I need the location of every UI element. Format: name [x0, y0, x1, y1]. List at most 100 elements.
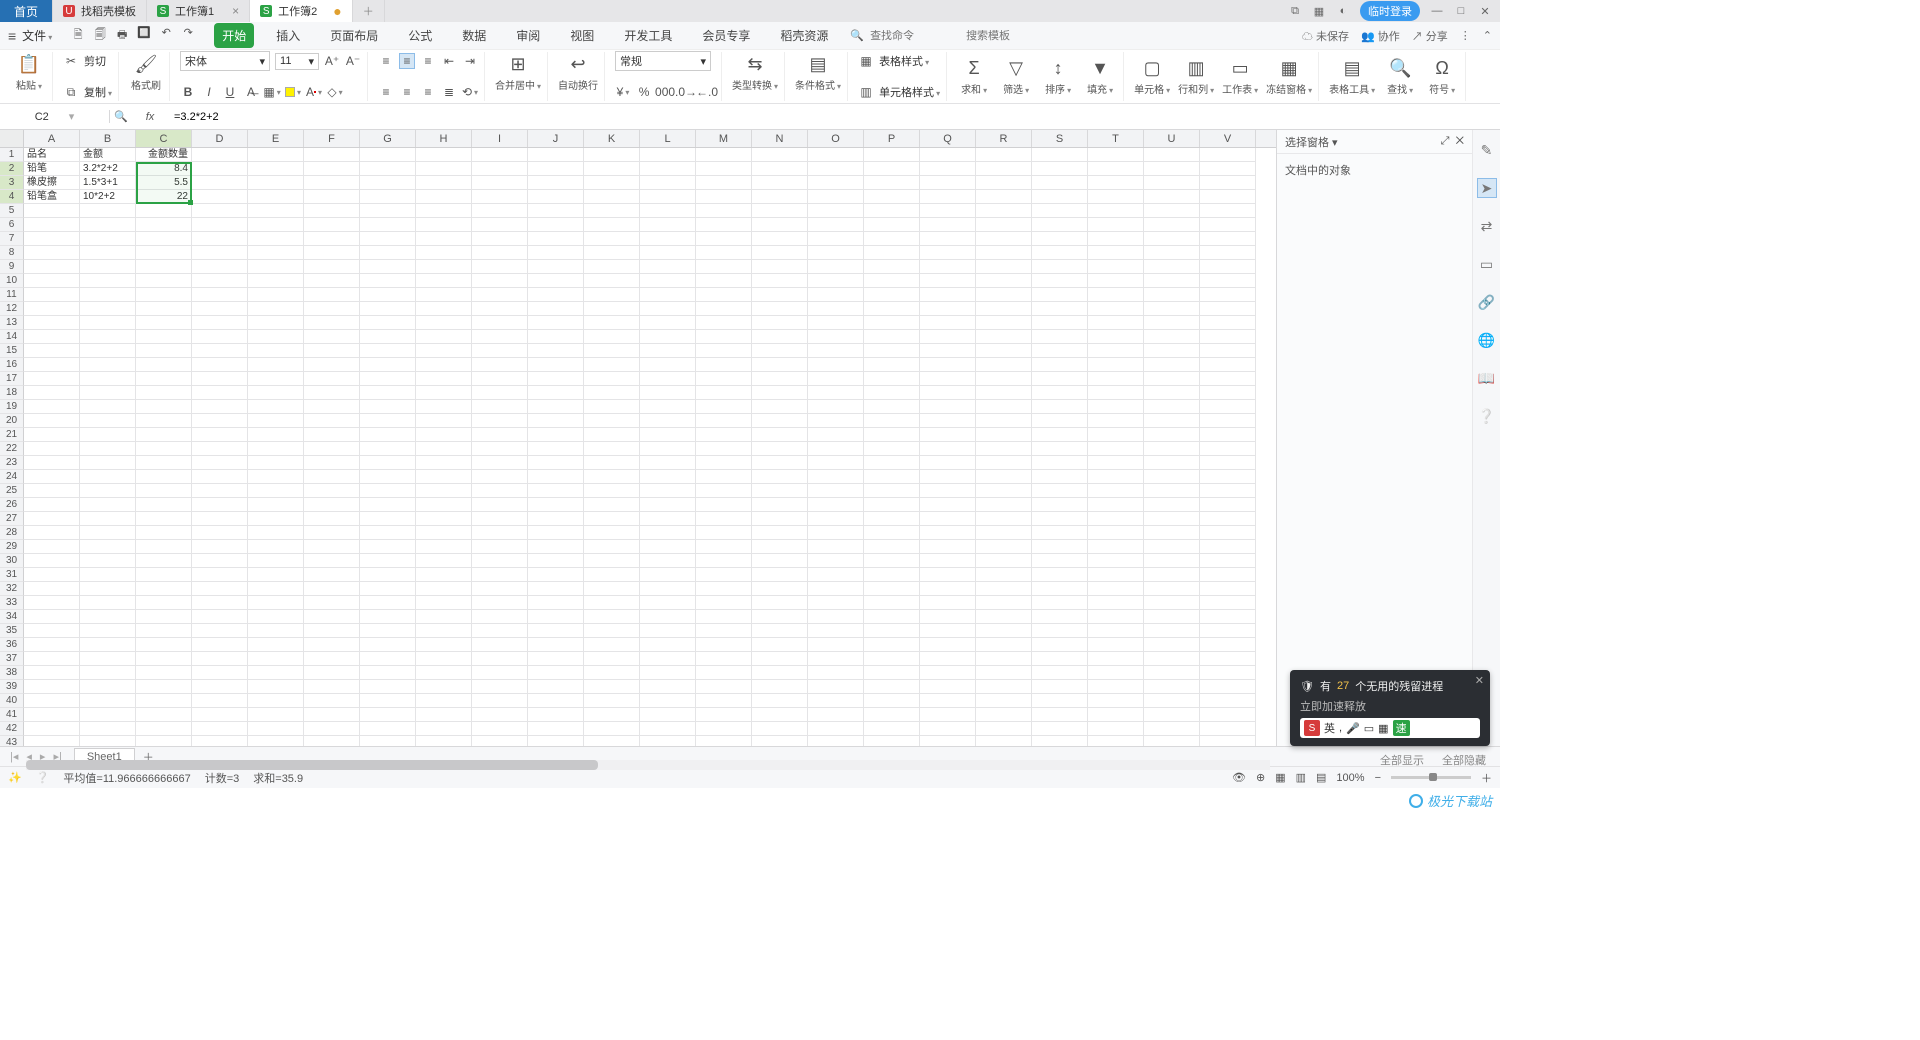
cell[interactable] [416, 190, 472, 204]
cell[interactable] [304, 218, 360, 232]
doc-tab-template[interactable]: U 找稻壳模板 [53, 0, 147, 22]
cell[interactable] [1032, 288, 1088, 302]
cell[interactable] [1088, 470, 1144, 484]
cell[interactable] [192, 680, 248, 694]
cell[interactable] [976, 554, 1032, 568]
cell[interactable] [976, 736, 1032, 746]
row-header[interactable]: 16 [0, 358, 24, 372]
cell[interactable] [360, 428, 416, 442]
cell[interactable] [1032, 666, 1088, 680]
cell[interactable] [584, 582, 640, 596]
cell[interactable] [696, 484, 752, 498]
cell[interactable] [80, 344, 136, 358]
cell[interactable] [248, 442, 304, 456]
cell[interactable] [248, 470, 304, 484]
cell[interactable] [640, 176, 696, 190]
cell[interactable] [416, 162, 472, 176]
cell[interactable] [472, 624, 528, 638]
cell[interactable] [1088, 330, 1144, 344]
cell[interactable] [640, 358, 696, 372]
cell[interactable] [1200, 344, 1256, 358]
orientation-icon[interactable]: ⟲ [462, 84, 478, 100]
cell[interactable] [24, 694, 80, 708]
tab-docer[interactable]: 稻壳资源 [772, 23, 836, 48]
cell[interactable] [528, 596, 584, 610]
cell[interactable] [584, 428, 640, 442]
cell[interactable] [248, 344, 304, 358]
col-header[interactable]: K [584, 130, 640, 147]
cell[interactable] [864, 260, 920, 274]
row-header[interactable]: 22 [0, 442, 24, 456]
cell[interactable] [360, 554, 416, 568]
cell[interactable] [864, 344, 920, 358]
cell[interactable] [808, 568, 864, 582]
fmtpainter-button[interactable]: 🖌格式刷 [129, 54, 163, 92]
cell[interactable] [528, 680, 584, 694]
cell[interactable] [920, 470, 976, 484]
number-format-select[interactable]: 常规▾ [615, 51, 711, 71]
cell[interactable] [1144, 470, 1200, 484]
cell[interactable] [416, 274, 472, 288]
cell[interactable] [584, 372, 640, 386]
cell[interactable] [528, 652, 584, 666]
cell[interactable] [136, 246, 192, 260]
cell[interactable] [1088, 232, 1144, 246]
cell[interactable] [136, 302, 192, 316]
currency-icon[interactable]: ¥ [615, 84, 631, 100]
cell[interactable] [920, 596, 976, 610]
cell[interactable] [80, 596, 136, 610]
cell[interactable] [1200, 596, 1256, 610]
cell[interactable] [640, 708, 696, 722]
cell[interactable] [1200, 736, 1256, 746]
cell[interactable] [1200, 428, 1256, 442]
cell[interactable] [472, 386, 528, 400]
cell[interactable] [472, 652, 528, 666]
cell[interactable] [192, 554, 248, 568]
cell[interactable] [1200, 358, 1256, 372]
cell[interactable] [360, 652, 416, 666]
row-header[interactable]: 17 [0, 372, 24, 386]
cell[interactable] [584, 148, 640, 162]
cell[interactable] [640, 414, 696, 428]
side-link-icon[interactable]: 🔗 [1477, 292, 1497, 312]
row-header[interactable]: 41 [0, 708, 24, 722]
cell[interactable] [304, 330, 360, 344]
cell[interactable] [584, 414, 640, 428]
cell[interactable]: 金额数量 [136, 148, 192, 162]
cell[interactable] [752, 428, 808, 442]
cell[interactable] [472, 344, 528, 358]
cell[interactable] [1032, 694, 1088, 708]
row-header[interactable]: 8 [0, 246, 24, 260]
cell[interactable] [416, 540, 472, 554]
cell[interactable] [416, 736, 472, 746]
cell[interactable] [528, 470, 584, 484]
strike-button[interactable]: A̶ [243, 84, 259, 100]
cell[interactable] [136, 316, 192, 330]
cell[interactable] [1088, 526, 1144, 540]
cell[interactable] [1032, 484, 1088, 498]
cell[interactable] [864, 554, 920, 568]
cell[interactable] [360, 358, 416, 372]
cell[interactable] [640, 148, 696, 162]
cell[interactable] [864, 680, 920, 694]
row-header[interactable]: 23 [0, 456, 24, 470]
cut-button[interactable]: ✂ [63, 53, 79, 69]
col-header[interactable]: D [192, 130, 248, 147]
login-badge[interactable]: 临时登录 [1360, 1, 1420, 21]
cell[interactable] [976, 470, 1032, 484]
cell[interactable] [24, 708, 80, 722]
preview-icon[interactable]: 🔲 [136, 26, 152, 45]
cell[interactable] [24, 400, 80, 414]
cell[interactable] [248, 722, 304, 736]
col-header[interactable]: O [808, 130, 864, 147]
first-sheet-icon[interactable]: |◂ [6, 751, 22, 763]
cell[interactable]: 1.5*3+1 [80, 176, 136, 190]
cell[interactable] [136, 652, 192, 666]
cell[interactable] [24, 442, 80, 456]
cell[interactable] [304, 344, 360, 358]
cell[interactable] [192, 288, 248, 302]
fill-color-button[interactable] [285, 84, 301, 100]
cell[interactable] [80, 400, 136, 414]
cell[interactable] [808, 456, 864, 470]
row-header[interactable]: 3 [0, 176, 24, 190]
